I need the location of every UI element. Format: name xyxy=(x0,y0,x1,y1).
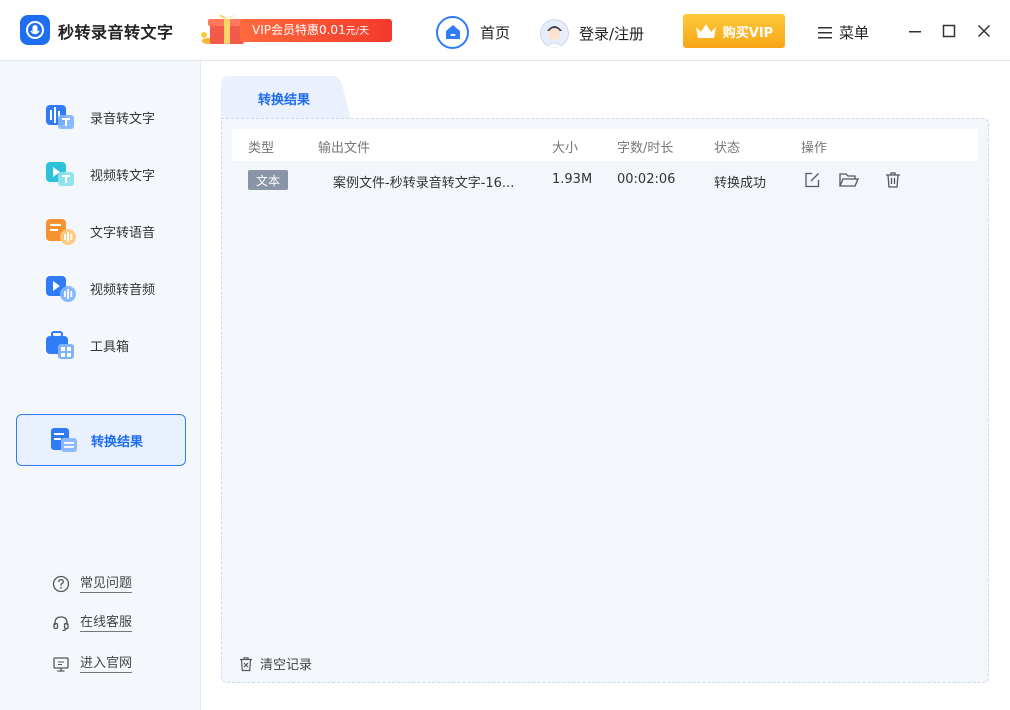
clear-trash-icon xyxy=(240,656,252,671)
toolbox-icon xyxy=(44,329,76,361)
file-size: 1.93M xyxy=(552,172,593,187)
sidebar-item-label: 录音转文字 xyxy=(90,111,156,127)
sidebar-item-audio-to-text[interactable]: 录音转文字 xyxy=(44,100,155,134)
output-file-name[interactable]: 案例文件-秒转录音转文字-16... xyxy=(333,172,514,191)
nav-home-label: 首页 xyxy=(480,23,511,42)
sidebar-item-label: 文字转语音 xyxy=(90,225,156,241)
table-row[interactable]: 文本 案例文件-秒转录音转文字-16... 1.93M 00:02:06 转换成… xyxy=(232,163,978,197)
audio-to-text-icon xyxy=(44,101,76,133)
vip-promo-unit: 元/天 xyxy=(345,26,370,37)
vip-promo-text[interactable]: VIP会员特惠0.01元/天 xyxy=(240,19,392,42)
file-duration: 00:02:06 xyxy=(617,172,676,187)
video-to-text-icon xyxy=(44,158,76,190)
text-to-speech-icon xyxy=(44,215,76,247)
crown-icon xyxy=(695,24,716,38)
sidebar-item-text-to-speech[interactable]: 文字转语音 xyxy=(44,214,155,248)
question-icon xyxy=(52,575,70,593)
sidebar-item-video-to-audio[interactable]: 视频转音频 xyxy=(44,271,155,305)
column-header-type: 类型 xyxy=(248,141,275,156)
delete-icon[interactable] xyxy=(882,169,904,191)
open-folder-icon[interactable] xyxy=(838,169,860,191)
edit-icon[interactable] xyxy=(801,169,823,191)
official-site-label: 进入官网 xyxy=(80,655,133,673)
sidebar: 录音转文字 视频转文字 文字转语音 视频转音频 工具箱 转换结果 常见问题 在线… xyxy=(0,61,201,710)
column-header-actions: 操作 xyxy=(801,141,828,156)
title-bar: 秒转录音转文字 VIP会员特惠0.01元/天 首页 登录/注册 购买VIP 菜单 xyxy=(0,0,1010,61)
close-icon[interactable] xyxy=(975,22,993,40)
buy-vip-label: 购买VIP xyxy=(722,25,774,41)
results-panel: 类型 输出文件 大小 字数/时长 状态 操作 文本 案例文件-秒转录音转文字-1… xyxy=(221,118,989,683)
online-support-link[interactable]: 在线客服 xyxy=(52,614,133,632)
home-icon xyxy=(436,15,469,49)
sidebar-item-video-to-text[interactable]: 视频转文字 xyxy=(44,157,155,191)
nav-login[interactable]: 登录/注册 xyxy=(540,17,644,49)
column-header-duration: 字数/时长 xyxy=(617,141,674,156)
hamburger-icon xyxy=(818,26,832,38)
menu-label: 菜单 xyxy=(839,24,870,42)
app-logo-icon xyxy=(20,15,50,45)
faq-link[interactable]: 常见问题 xyxy=(52,575,133,593)
online-support-label: 在线客服 xyxy=(80,614,133,632)
column-header-output: 输出文件 xyxy=(318,141,371,156)
official-site-link[interactable]: 进入官网 xyxy=(52,655,133,673)
table-header: 类型 输出文件 大小 字数/时长 状态 操作 xyxy=(232,129,978,161)
conversion-status: 转换成功 xyxy=(714,176,767,191)
login-register-label: 登录/注册 xyxy=(579,24,645,43)
column-header-size: 大小 xyxy=(552,141,579,156)
nav-home[interactable]: 首页 xyxy=(436,15,511,49)
tab-conversion-result[interactable]: 转换结果 xyxy=(221,76,351,119)
sidebar-item-label: 转换结果 xyxy=(91,434,144,450)
headset-icon xyxy=(52,614,70,632)
sidebar-item-toolbox[interactable]: 工具箱 xyxy=(44,328,129,362)
clear-records-label: 清空记录 xyxy=(260,658,313,673)
vip-promo-price: VIP会员特惠0.01 xyxy=(252,23,346,37)
result-list-icon xyxy=(49,425,79,455)
sidebar-item-label: 视频转音频 xyxy=(90,282,156,298)
app-title: 秒转录音转文字 xyxy=(58,23,174,42)
type-badge: 文本 xyxy=(248,170,288,190)
vip-promo-banner[interactable]: VIP会员特惠0.01元/天 xyxy=(198,13,394,46)
menu-button[interactable]: 菜单 xyxy=(818,22,869,43)
maximize-icon[interactable] xyxy=(940,22,958,40)
tab-label: 转换结果 xyxy=(258,93,311,108)
faq-label: 常见问题 xyxy=(80,575,133,593)
minimize-icon[interactable] xyxy=(906,22,924,40)
column-header-status: 状态 xyxy=(714,141,741,156)
sidebar-item-label: 视频转文字 xyxy=(90,168,156,184)
avatar xyxy=(540,18,569,48)
clear-records-button[interactable]: 清空记录 xyxy=(238,654,312,673)
sidebar-item-label: 工具箱 xyxy=(90,339,130,355)
monitor-icon xyxy=(52,655,70,673)
video-to-audio-icon xyxy=(44,272,76,304)
buy-vip-button[interactable]: 购买VIP xyxy=(683,14,785,48)
sidebar-item-conversion-result[interactable]: 转换结果 xyxy=(16,414,186,466)
